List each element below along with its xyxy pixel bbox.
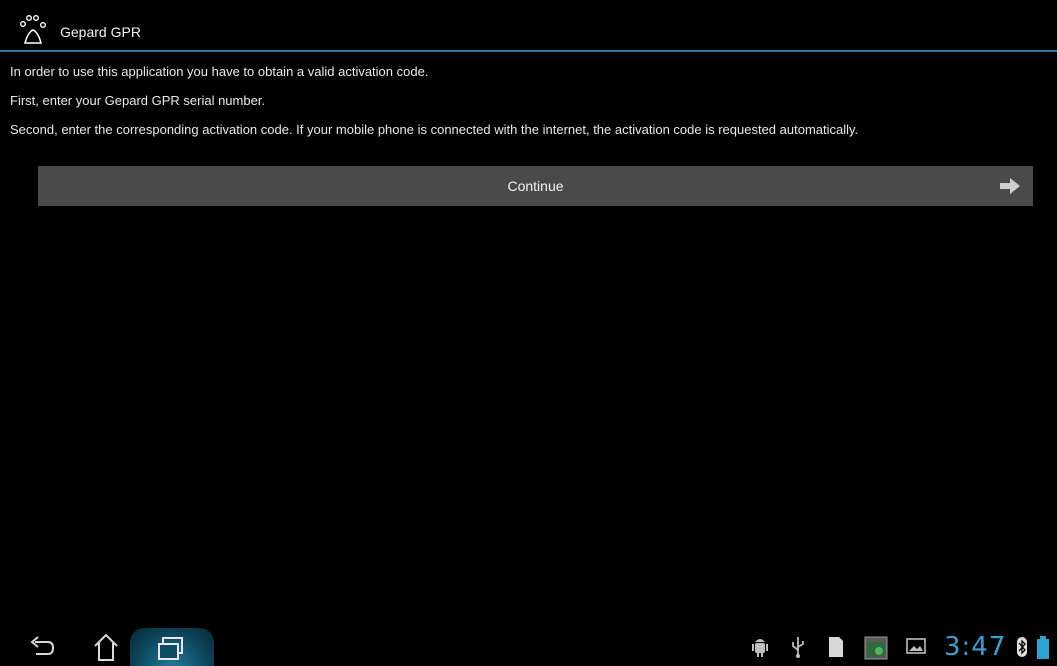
instruction-line-3: Second, enter the corresponding activati… (10, 122, 859, 137)
recent-apps-button[interactable] (130, 628, 214, 666)
status-clock: 3:47 (944, 632, 1007, 662)
arrow-right-icon (1000, 178, 1020, 194)
app-title: Gepard GPR (60, 24, 141, 40)
usb-icon (792, 637, 804, 658)
gallery-icon (906, 638, 926, 654)
continue-label: Continue (507, 178, 564, 194)
screenshot-icon (864, 636, 888, 660)
instruction-line-2: First, enter your Gepard GPR serial numb… (10, 93, 266, 108)
action-bar: Gepard GPR (0, 0, 1057, 52)
recent-apps-icon (158, 637, 183, 660)
instruction-line-1: In order to use this application you hav… (10, 64, 429, 79)
battery-icon (1037, 636, 1049, 659)
sd-card-icon (829, 637, 843, 657)
android-debug-icon (752, 639, 768, 657)
back-icon[interactable] (26, 628, 58, 664)
system-navigation-bar: 3:47 (0, 626, 1057, 666)
home-icon[interactable] (90, 628, 122, 664)
bluetooth-icon (1017, 637, 1027, 657)
continue-button[interactable]: Continue (38, 166, 1033, 206)
paw-icon (20, 14, 47, 44)
